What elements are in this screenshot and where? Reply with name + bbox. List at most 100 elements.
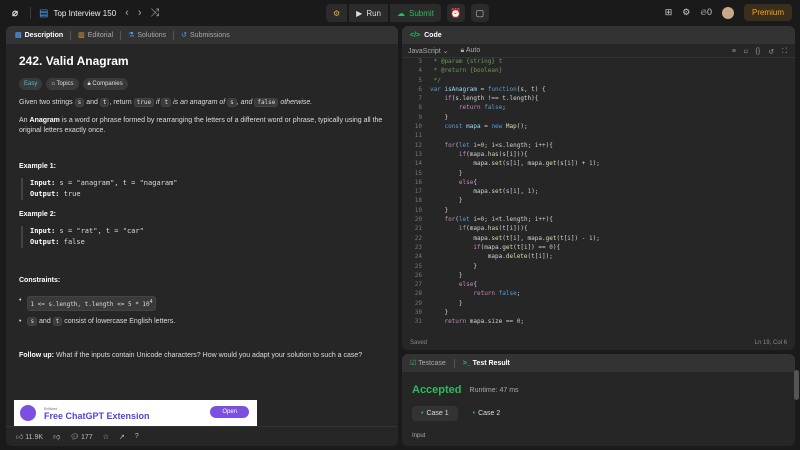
code-token: if bbox=[458, 150, 467, 158]
code-line[interactable]: 20 for(let i= 0; i<t.length; i++){ bbox=[402, 216, 795, 225]
code-line[interactable]: 11 bbox=[402, 132, 795, 141]
share-icon[interactable]: ↗ bbox=[119, 433, 125, 441]
code-token: } bbox=[430, 197, 463, 205]
code-token: mapa. bbox=[430, 188, 492, 196]
code-line[interactable]: 16 else{ bbox=[402, 179, 795, 188]
thumbs-up-icon: 👍︎ bbox=[16, 434, 24, 441]
ad-open-button[interactable]: Open bbox=[210, 406, 249, 418]
layout-icon[interactable]: ⊞ bbox=[665, 7, 673, 18]
list-icon[interactable]: ▤ bbox=[39, 8, 48, 19]
code-line[interactable]: 13 if (mapa. has (s[i])){ bbox=[402, 151, 795, 160]
help-icon[interactable]: ? bbox=[135, 433, 139, 440]
text: , and bbox=[236, 99, 253, 106]
code-tab[interactable]: </> Code bbox=[402, 26, 795, 44]
bookmark-icon[interactable]: ⌑ bbox=[744, 48, 748, 56]
code-icon: </> bbox=[410, 31, 421, 39]
tab-submissions[interactable]: ↺ Submissions bbox=[178, 31, 233, 40]
alarm-icon[interactable]: ⏰ bbox=[446, 4, 465, 22]
run-button[interactable]: ▶ Run bbox=[349, 4, 389, 22]
code-s: s bbox=[227, 98, 237, 107]
editor-status: Saved Ln 19, Col 6 bbox=[410, 340, 787, 346]
debug-button[interactable]: ⚙ bbox=[326, 4, 348, 22]
code-token: } bbox=[430, 309, 449, 317]
code-line[interactable]: 31 return mapa.size == 0; bbox=[402, 318, 795, 327]
comments-button[interactable]: 💬︎ 177 bbox=[70, 433, 93, 441]
avatar[interactable] bbox=[721, 6, 734, 19]
notes-icon[interactable]: ▢ bbox=[470, 4, 489, 22]
code-token: mapa. bbox=[430, 160, 492, 168]
divider bbox=[30, 7, 31, 19]
tab-editorial[interactable]: ▥ Editorial bbox=[75, 31, 116, 40]
ad-text: Brilliant Free ChatGPT Extension bbox=[44, 406, 150, 421]
code-token: for bbox=[444, 216, 456, 224]
leetcode-logo-icon[interactable]: ⌀ bbox=[8, 6, 22, 20]
tab-solutions[interactable]: ⚗ Solutions bbox=[125, 31, 169, 40]
constraint-2: • s and t consist of lowercase English le… bbox=[19, 317, 385, 327]
code-token: { bbox=[473, 178, 477, 186]
code-line[interactable]: 12 for(let i= 0; i<s.length; i++){ bbox=[402, 142, 795, 151]
code-token: i= bbox=[473, 216, 481, 224]
code-editor[interactable]: 3 * @param {string} t4 * @return {boolea… bbox=[402, 58, 795, 328]
dislike-icon[interactable]: 👎︎ bbox=[53, 432, 60, 441]
comment-icon: 💬︎ bbox=[70, 433, 80, 441]
code-line[interactable]: 6 var isAnagram = function (s, t) { bbox=[402, 86, 795, 95]
reset-icon[interactable]: ↺ bbox=[768, 48, 774, 56]
premium-button[interactable]: Premium bbox=[743, 4, 792, 21]
code-line[interactable]: 4 * @return {boolean} bbox=[402, 67, 795, 76]
settings-gear-icon[interactable]: ⚙ bbox=[682, 7, 690, 18]
ad-banner[interactable]: Brilliant Free ChatGPT Extension Open bbox=[14, 400, 257, 426]
tab-description[interactable]: ▤ Description bbox=[12, 31, 66, 40]
code-line[interactable]: 21 if (mapa. has (t[i])){ bbox=[402, 225, 795, 234]
scrollbar[interactable] bbox=[794, 370, 799, 400]
code-line[interactable]: 7 if (s.length !== t.length){ bbox=[402, 95, 795, 104]
prev-icon[interactable]: ‹ bbox=[125, 7, 129, 19]
case-tabs: • Case 1 • Case 2 bbox=[412, 406, 795, 421]
code-line[interactable]: 25 } bbox=[402, 263, 795, 272]
code-line[interactable]: 23 if (mapa. get (t[i]) == 0){ bbox=[402, 244, 795, 253]
code-line[interactable]: 9 } bbox=[402, 114, 795, 123]
topics-tag[interactable]: ⌂ Topics bbox=[46, 78, 79, 90]
code-line[interactable]: 14 mapa. set (s[i], mapa. get (s[i]) + 1); bbox=[402, 160, 795, 169]
star-icon[interactable]: ☆ bbox=[103, 433, 109, 441]
code-line[interactable]: 28 return false; bbox=[402, 290, 795, 299]
code-line[interactable]: 27 else{ bbox=[402, 281, 795, 290]
format-icon[interactable]: ≡ bbox=[732, 48, 736, 56]
code-line[interactable]: 19 } bbox=[402, 207, 795, 216]
code-line[interactable]: 10 const mapa = new Map (); bbox=[402, 123, 795, 132]
problem-title[interactable]: 242. Valid Anagram bbox=[19, 55, 385, 67]
companies-tag[interactable]: 🔒︎ Companies bbox=[82, 78, 128, 90]
code-line[interactable]: 26 } bbox=[402, 272, 795, 281]
code-line[interactable]: 15 } bbox=[402, 170, 795, 179]
code-line[interactable]: 8 return false; bbox=[402, 104, 795, 113]
submit-button[interactable]: ☁ Submit bbox=[390, 4, 441, 22]
code-line[interactable]: 22 mapa. set (t[i], mapa. get (t[i]) - 1); bbox=[402, 235, 795, 244]
code-line[interactable]: 29 } bbox=[402, 300, 795, 309]
code-line[interactable]: 24 mapa. delete (t[i]); bbox=[402, 253, 795, 262]
code-line[interactable]: 5 */ bbox=[402, 77, 795, 86]
tab-test-result[interactable]: >_ Test Result bbox=[463, 360, 510, 367]
case-1-tab[interactable]: • Case 1 bbox=[412, 406, 458, 421]
next-icon[interactable]: › bbox=[138, 7, 142, 19]
case-2-tab[interactable]: • Case 2 bbox=[464, 406, 510, 421]
like-button[interactable]: 👍︎ 11.9K bbox=[16, 432, 43, 441]
bullet-icon: • bbox=[19, 297, 22, 304]
language-select[interactable]: JavaScript ⌄ bbox=[408, 47, 449, 55]
problem-description: 242. Valid Anagram Easy ⌂ Topics 🔒︎ Comp… bbox=[6, 44, 398, 377]
code-line[interactable]: 3 * @param {string} t bbox=[402, 58, 795, 67]
braces-icon[interactable]: {} bbox=[756, 48, 761, 56]
streak-flame-icon[interactable]: 🔥︎0 bbox=[700, 7, 712, 18]
code-line[interactable]: 30 } bbox=[402, 309, 795, 318]
text: if bbox=[156, 99, 160, 106]
code-token: (s[i]) + bbox=[556, 160, 589, 168]
shuffle-icon[interactable]: ⤨ bbox=[151, 7, 160, 20]
auto-toggle[interactable]: 🔒︎ Auto bbox=[461, 47, 481, 55]
code-line[interactable]: 17 mapa. set (s[i], 1); bbox=[402, 188, 795, 197]
code-line[interactable]: 18 } bbox=[402, 197, 795, 206]
line-number: 29 bbox=[414, 299, 422, 307]
problem-list-title[interactable]: Top Interview 150 bbox=[53, 9, 116, 18]
tab-testcase[interactable]: ☑ Testcase bbox=[410, 359, 446, 367]
fullscreen-icon[interactable]: ⛶ bbox=[782, 48, 787, 56]
line-number: 25 bbox=[414, 262, 422, 270]
